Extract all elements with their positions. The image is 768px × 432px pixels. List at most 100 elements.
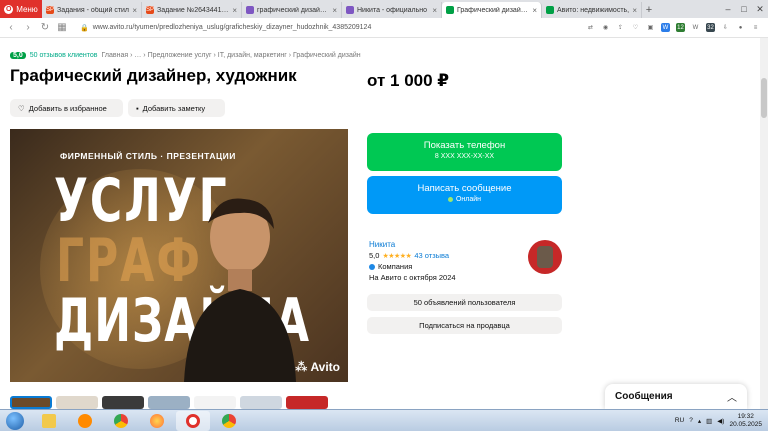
tab-0[interactable]: SP Задания - общий стил × [42,2,142,18]
price: от 1 000 ₽ [367,71,450,90]
chevron-up-icon[interactable]: ︿ [727,389,737,404]
tab-close-icon[interactable]: × [132,6,137,15]
seller-avatar[interactable] [528,240,562,274]
show-phone-button[interactable]: Показать телефон 8 XXX XXX-XX-XX [367,133,562,171]
tab-close-icon[interactable]: × [632,6,637,15]
messages-label: Сообщения [615,391,673,402]
taskbar-media-player[interactable] [68,411,102,431]
star-rating-icon: ★★★★★ [382,252,412,260]
tab-5[interactable]: Авито: недвижимость, × [542,2,642,18]
seller-ads-button[interactable]: 50 объявлений пользователя [367,294,562,311]
camera-icon[interactable]: ◉ [601,23,610,32]
url-field[interactable]: 🔒 www.avito.ru/tyumen/predlozheniya_uslu… [80,24,371,32]
tab-title: Никита - официально [357,6,428,14]
minimize-icon[interactable]: – [720,4,736,14]
page-scrollbar[interactable] [760,38,768,409]
tab-favicon-icon [446,6,454,14]
window-controls: – □ ✕ [720,0,768,18]
browser-window: O Меню SP Задания - общий стил × SP Зада… [0,0,768,431]
word-extension-icon[interactable]: W [661,23,670,32]
new-tab-button[interactable]: + [642,2,656,18]
image-thumbnails [10,396,328,409]
firefox-icon [150,413,164,428]
tab-4-active[interactable]: Графический дизайнер × [442,2,542,18]
messages-panel[interactable]: Сообщения ︿ [605,384,747,409]
show-phone-label: Показать телефон [423,140,506,151]
thumbnail-7[interactable] [286,396,328,409]
reviews-link[interactable]: 50 отзывов клиентов [30,52,98,59]
seller-reviews-link[interactable]: 43 отзыва [414,251,449,260]
taskbar-opera[interactable] [176,410,210,431]
thumbnail-4[interactable] [148,396,190,409]
windows-start-icon [6,411,24,430]
tray-arrow-icon[interactable]: ▴ [698,417,701,425]
reload-icon[interactable]: ↻ [40,22,50,33]
menu-dots-icon[interactable]: ≡ [751,23,760,32]
tab-close-icon[interactable]: × [332,6,337,15]
taskbar-chrome-2[interactable] [212,411,246,431]
taskbar-chrome[interactable] [104,411,138,431]
extension-icons: ⇄ ◉ ⇪ ♡ ▣ W 12 W 32 ⇩ ● ≡ [586,23,768,32]
extension-badge-icon[interactable]: 12 [676,23,685,32]
tab-title: Задания - общий стил [57,6,130,14]
seller-rating: 5,0 [369,251,380,260]
rating-badge: 5,0 [10,52,26,59]
thumbnail-1[interactable] [10,396,52,409]
write-message-button[interactable]: Написать сообщение Онлайн [367,176,562,214]
forward-icon[interactable]: › [23,22,33,33]
clock[interactable]: 19:32 20.05.2025 [729,413,762,429]
menu-label: Меню [16,4,38,14]
tab-1[interactable]: SP Задание №2643441 - с × [142,2,242,18]
heart-icon: ♡ [18,103,25,113]
extension-badge-2-icon[interactable]: 32 [706,23,715,32]
scrollbar-thumb[interactable] [761,78,767,118]
share-icon[interactable]: ⇪ [616,23,625,32]
system-tray: RU ? ▴ ▥ ◀) 19:32 20.05.2025 [675,413,768,429]
listing-main-image[interactable]: ФИРМЕННЫЙ СТИЛЬ · ПРЕЗЕНТАЦИИ УСЛУГ ГРАФ… [10,129,348,382]
add-to-favorites-button[interactable]: ♡ Добавить в избранное [10,99,123,117]
breadcrumb-path[interactable]: Главная › … › Предложение услуг › IT, ди… [101,52,360,59]
subscribe-seller-button[interactable]: Подписаться на продавца [367,317,562,334]
watermark-text: Avito [310,360,340,374]
volume-icon[interactable]: ◀) [717,417,724,425]
extension-icon[interactable]: ▣ [646,23,655,32]
opera-logo-icon: O [4,4,14,14]
clock-date: 20.05.2025 [729,420,762,428]
maximize-icon[interactable]: □ [736,4,752,14]
tab-title: Задание №2643441 - с [157,6,230,14]
tab-close-icon[interactable]: × [232,6,237,15]
start-button[interactable] [0,410,30,432]
browser-menu-button[interactable]: O Меню [0,0,42,18]
thumbnail-5[interactable] [194,396,236,409]
tab-close-icon[interactable]: × [532,6,537,15]
profile-icon[interactable]: ● [736,23,745,32]
taskbar-firefox[interactable] [140,411,174,431]
network-icon[interactable]: ▥ [706,417,712,425]
help-icon[interactable]: ? [689,417,693,424]
tab-favicon-icon [246,6,254,14]
download-icon[interactable]: ⇩ [721,23,730,32]
tab-title: Графический дизайнер [457,6,530,14]
bookmark-icon[interactable]: ♡ [631,23,640,32]
thumbnail-6[interactable] [240,396,282,409]
thumbnail-2[interactable] [56,396,98,409]
url-text: www.avito.ru/tyumen/predlozheniya_uslug/… [92,24,372,31]
avito-watermark: ⁂ Avito [295,360,340,374]
translate-icon[interactable]: ⇄ [586,23,595,32]
taskbar-explorer[interactable] [32,411,66,431]
tab-2[interactable]: графический дизайнер × [242,2,342,18]
w-extension-icon[interactable]: W [691,23,700,32]
image-subtitle: ФИРМЕННЫЙ СТИЛЬ · ПРЕЗЕНТАЦИИ [60,151,236,161]
clock-time: 19:32 [737,412,754,420]
tab-close-icon[interactable]: × [432,6,437,15]
language-indicator[interactable]: RU [675,417,684,424]
breadcrumb: 5,0 50 отзывов клиентов Главная › … › Пр… [10,52,361,59]
thumbnail-3[interactable] [102,396,144,409]
tab-favicon-icon [546,6,554,14]
close-window-icon[interactable]: ✕ [752,4,768,15]
add-note-button[interactable]: ▪ Добавить заметку [128,99,225,117]
back-icon[interactable]: ‹ [6,22,16,33]
tab-3[interactable]: Никита - официально × [342,2,442,18]
tab-favicon-icon [346,6,354,14]
speed-dial-icon[interactable]: ▦ [57,22,67,33]
